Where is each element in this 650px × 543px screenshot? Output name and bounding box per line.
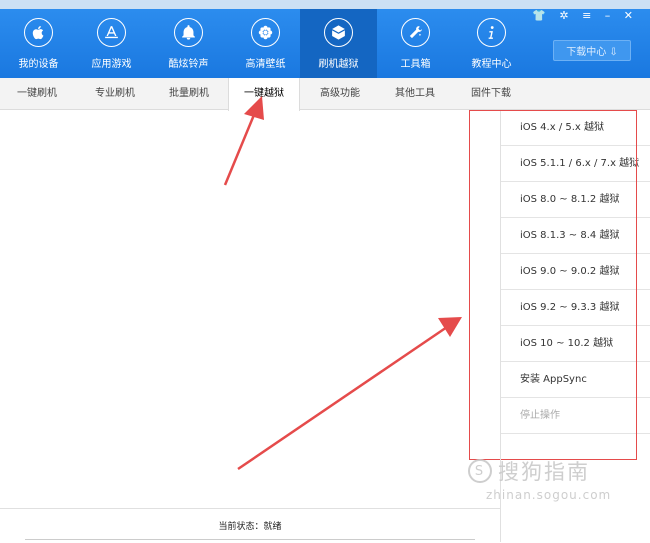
browser-tab-strip	[0, 0, 650, 9]
annotation-highlight-box	[469, 110, 637, 460]
download-center-button[interactable]: 下载中心 ⇩	[553, 40, 631, 61]
nav-ringtones[interactable]: 酷炫铃声	[150, 9, 227, 78]
box-icon	[324, 18, 353, 47]
tab-batch-flash[interactable]: 批量刷机	[160, 78, 218, 110]
tab-firmware-download[interactable]: 固件下载	[462, 78, 520, 110]
status-bar: 当前状态：就绪	[0, 508, 500, 543]
top-nav-bar: 我的设备 应用游戏 酷炫铃声 高清壁纸 刷机越狱 工具箱 教程中心 👕 ✲ ≡ …	[0, 0, 650, 78]
arrow-to-menu-head-icon	[438, 317, 462, 337]
nav-label: 刷机越狱	[318, 59, 359, 70]
nav-wallpapers[interactable]: 高清壁纸	[227, 9, 304, 78]
tab-one-click-flash[interactable]: 一键刷机	[8, 78, 66, 110]
status-text: 当前状态：就绪	[218, 522, 282, 532]
apple-icon	[24, 18, 53, 47]
nav-label: 我的设备	[18, 59, 59, 70]
nav-label: 工具箱	[400, 59, 431, 70]
info-icon	[477, 18, 506, 47]
nav-my-device[interactable]: 我的设备	[0, 9, 77, 78]
window-controls[interactable]: 👕 ✲ ≡ – ✕	[532, 9, 638, 22]
watermark-main-text: 搜狗指南	[498, 460, 590, 484]
tools-icon	[401, 18, 430, 47]
nav-tutorials[interactable]: 教程中心	[453, 9, 530, 78]
arrow-to-tab-line	[223, 109, 258, 186]
tab-one-click-jailbreak[interactable]: 一键越狱	[228, 78, 300, 111]
arrow-to-menu-line	[237, 323, 451, 471]
tab-pro-flash[interactable]: 专业刷机	[86, 78, 144, 110]
flower-icon	[251, 18, 280, 47]
nav-apps-games[interactable]: 应用游戏	[73, 9, 150, 78]
sogou-logo-icon: S	[468, 459, 492, 483]
nav-label: 应用游戏	[91, 59, 132, 70]
watermark-sub-text: zhinan.sogou.com	[486, 488, 612, 502]
tab-advanced[interactable]: 高级功能	[311, 78, 369, 110]
nav-toolbox[interactable]: 工具箱	[377, 9, 454, 78]
nav-label: 教程中心	[471, 59, 512, 70]
watermark: S 搜狗指南 zhinan.sogou.com	[468, 456, 648, 516]
nav-label: 高清壁纸	[245, 59, 286, 70]
sub-tab-bar: 一键刷机 专业刷机 批量刷机 一键越狱 高级功能 其他工具 固件下载	[0, 78, 650, 111]
nav-label: 酷炫铃声	[168, 59, 209, 70]
nav-flash-jailbreak[interactable]: 刷机越狱	[300, 9, 377, 78]
app-store-icon	[97, 18, 126, 47]
tab-other-tools[interactable]: 其他工具	[386, 78, 444, 110]
bell-icon	[174, 18, 203, 47]
status-divider	[25, 539, 475, 540]
